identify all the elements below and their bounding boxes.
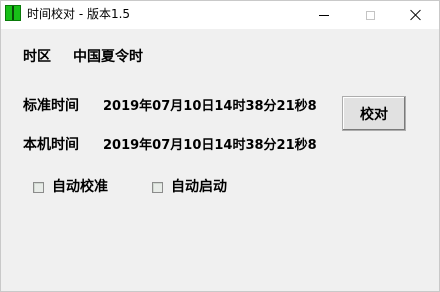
close-icon <box>410 9 422 21</box>
app-window: 时间校对 - 版本1.5 时区 中国夏令时 标准时间 2019年07月10日14… <box>0 0 440 292</box>
local-time-value: 2019年07月10日14时38分21秒8 <box>103 138 317 153</box>
auto-start-box[interactable] <box>152 181 163 193</box>
maximize-button[interactable] <box>347 1 393 29</box>
auto-start-checkbox[interactable]: 自动启动 <box>152 179 227 195</box>
standard-time-value: 2019年07月10日14时38分21秒8 <box>103 99 317 114</box>
maximize-icon <box>365 10 375 20</box>
minimize-icon <box>319 14 329 16</box>
title-bar[interactable]: 时间校对 - 版本1.5 <box>1 1 439 29</box>
timezone-label: 时区 <box>23 49 51 65</box>
auto-calibrate-box[interactable] <box>33 181 44 193</box>
auto-calibrate-checkbox[interactable]: 自动校准 <box>33 179 108 195</box>
minimize-button[interactable] <box>301 1 347 29</box>
close-button[interactable] <box>393 1 439 29</box>
app-clock-icon <box>5 5 21 21</box>
window-title: 时间校对 - 版本1.5 <box>27 7 131 21</box>
auto-start-label: 自动启动 <box>171 179 227 195</box>
calibrate-button[interactable]: 校对 <box>342 96 406 131</box>
auto-calibrate-label: 自动校准 <box>52 179 108 195</box>
standard-time-label: 标准时间 <box>23 98 79 114</box>
local-time-label: 本机时间 <box>23 137 79 153</box>
timezone-value: 中国夏令时 <box>73 49 143 65</box>
